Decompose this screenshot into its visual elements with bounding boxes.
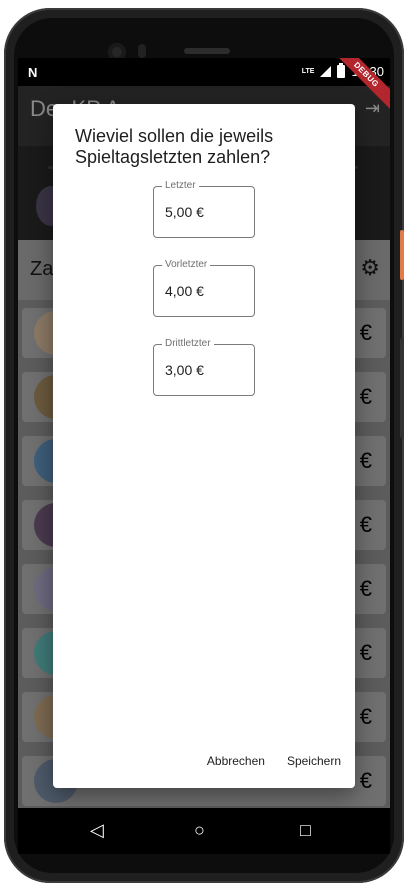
drittletzter-field[interactable]: Drittletzter 3,00 € <box>153 338 255 396</box>
gear-icon[interactable]: ⚙ <box>360 255 380 281</box>
amount: € <box>359 512 372 537</box>
back-icon[interactable]: ◁ <box>90 820 104 841</box>
settings-dialog: Wieviel sollen die jeweils Spieltagsletz… <box>53 104 355 788</box>
system-nav-bar: ◁ ○ □ <box>18 808 390 854</box>
section-label: Za <box>30 258 54 280</box>
vorletzter-field[interactable]: Vorletzter 4,00 € <box>153 259 255 317</box>
dialog-actions: Abbrechen Speichern <box>207 754 341 768</box>
field-label: Drittletzter <box>162 338 214 350</box>
screen: N LTE 18:30 Der KP App ⇥ Za ⚙ € € € <box>18 58 390 808</box>
field-value: 5,00 € <box>165 204 204 220</box>
power-button[interactable] <box>400 230 404 280</box>
logout-icon[interactable]: ⇥ <box>365 98 380 119</box>
home-icon[interactable]: ○ <box>194 820 205 841</box>
amount: € <box>359 576 372 601</box>
battery-icon <box>337 63 346 78</box>
amount: € <box>359 448 372 473</box>
amount: € <box>359 384 372 409</box>
signal-icon <box>320 66 332 77</box>
network-type: LTE <box>301 68 315 75</box>
letzter-field[interactable]: Letzter 5,00 € <box>153 180 255 238</box>
proximity-sensor <box>138 44 146 58</box>
field-value: 4,00 € <box>165 283 204 299</box>
status-bar: N LTE 18:30 <box>18 58 390 86</box>
amount: € <box>359 704 372 729</box>
volume-button[interactable] <box>400 338 404 438</box>
field-label: Letzter <box>162 180 199 192</box>
save-button[interactable]: Speichern <box>287 754 341 768</box>
field-label: Vorletzter <box>162 259 211 271</box>
amount: € <box>359 320 372 345</box>
field-value: 3,00 € <box>165 362 204 378</box>
amount: € <box>359 640 372 665</box>
notification-icon: N <box>28 65 38 80</box>
recents-icon[interactable]: □ <box>300 820 311 841</box>
earpiece-speaker <box>184 48 230 54</box>
cancel-button[interactable]: Abbrechen <box>207 754 265 768</box>
dialog-title: Wieviel sollen die jeweils Spieltagsletz… <box>75 126 274 167</box>
